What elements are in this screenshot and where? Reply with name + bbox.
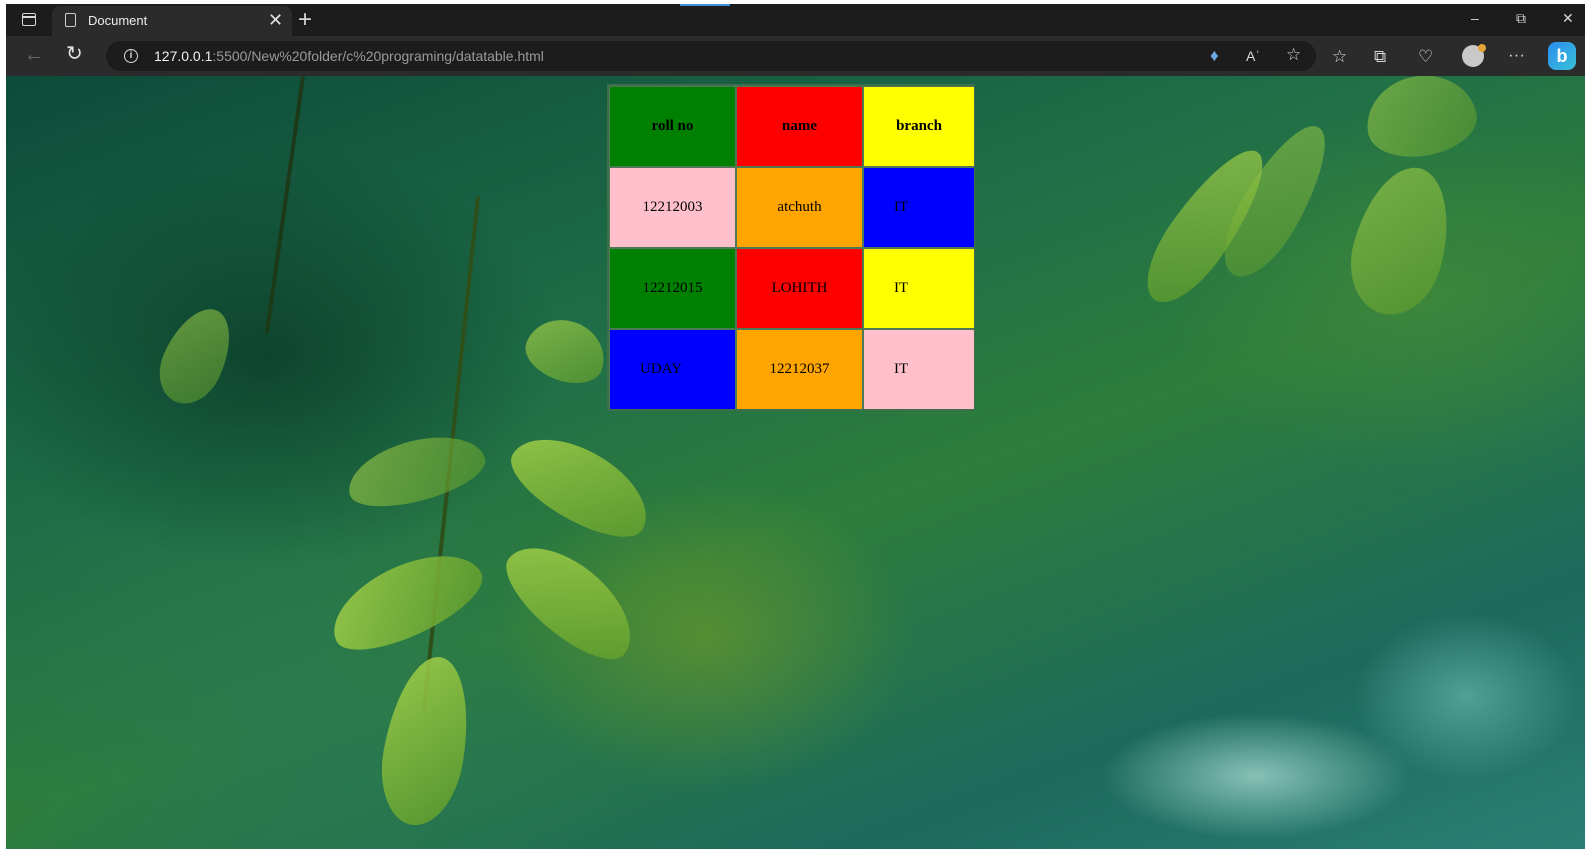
- data-table: roll no name branch 12212003 atchuth IT …: [607, 84, 975, 411]
- favorites-icon[interactable]: ☆: [1332, 48, 1347, 66]
- table-cell: 12212037: [737, 330, 862, 409]
- cell-text: IT: [894, 280, 909, 296]
- leaf-decoration: [318, 535, 494, 667]
- table-cell: IT: [864, 249, 974, 328]
- address-bar[interactable]: i 127.0.0.1:5500/New%20folder/c%20progra…: [106, 41, 1316, 71]
- copilot-icon[interactable]: b: [1548, 42, 1576, 70]
- collections-icon[interactable]: ⧉: [1374, 48, 1386, 66]
- header-label: name: [782, 118, 817, 134]
- table-cell: 12212003: [610, 168, 735, 247]
- table-cell: atchuth: [737, 168, 862, 247]
- cell-text: 12212037: [769, 361, 830, 377]
- url-text[interactable]: 127.0.0.1:5500/New%20folder/c%20programi…: [154, 48, 544, 64]
- browser-window: Document ✕ + – ⧉ ✕ ← ↻ i 127.0.0.1:5500/…: [6, 4, 1585, 849]
- read-aloud-icon[interactable]: Aʾ: [1246, 47, 1260, 65]
- accent-line: [680, 4, 730, 6]
- info-icon[interactable]: i: [124, 49, 138, 63]
- back-arrow-icon[interactable]: ←: [24, 44, 44, 66]
- header-cell-branch: branch: [864, 87, 974, 166]
- header-label: roll no: [651, 118, 694, 134]
- close-tab-icon[interactable]: ✕: [268, 10, 283, 30]
- leaf-decoration: [1338, 156, 1464, 326]
- leaf-decoration: [518, 309, 614, 393]
- header-cell-name: name: [737, 87, 862, 166]
- add-favorite-icon[interactable]: ☆: [1286, 46, 1301, 64]
- table-cell: LOHITH: [737, 249, 862, 328]
- close-window-icon[interactable]: ✕: [1562, 10, 1574, 27]
- navigation-bar: ← ↻ i 127.0.0.1:5500/New%20folder/c%20pr…: [6, 36, 1585, 76]
- tab-title: Document: [88, 13, 148, 28]
- cell-text: IT: [894, 361, 909, 377]
- page-icon: [65, 13, 76, 27]
- table-cell: IT: [864, 330, 974, 409]
- restore-icon[interactable]: ⧉: [1516, 10, 1526, 27]
- leaf-decoration: [1359, 76, 1483, 165]
- tab-strip: Document ✕ + – ⧉ ✕: [6, 4, 1585, 36]
- url-host: 127.0.0.1: [154, 48, 213, 64]
- url-path: :5500/New%20folder/c%20programing/datata…: [212, 48, 544, 64]
- new-tab-button[interactable]: +: [298, 6, 312, 34]
- cell-text: 12212015: [642, 280, 703, 296]
- table-cell: 12212015: [610, 249, 735, 328]
- leaf-decoration: [491, 525, 651, 677]
- header-cell-roll-no: roll no: [610, 87, 735, 166]
- leaf-decoration: [147, 298, 245, 414]
- cell-text: LOHITH: [771, 280, 828, 296]
- table-cell: UDAY: [610, 330, 735, 409]
- leaf-decoration: [371, 650, 481, 832]
- cell-text: atchuth: [777, 199, 822, 215]
- cell-text: 12212003: [642, 199, 703, 215]
- cell-text: UDAY: [640, 361, 682, 377]
- tab-document[interactable]: Document ✕: [52, 6, 292, 36]
- cell-text: IT: [894, 199, 909, 215]
- minimize-icon[interactable]: –: [1471, 10, 1479, 26]
- coupon-icon[interactable]: ♦: [1210, 47, 1219, 65]
- table-cell: IT: [864, 168, 974, 247]
- page-background: roll no name branch 12212003 atchuth IT …: [6, 76, 1585, 849]
- stem-decoration: [264, 76, 305, 335]
- browser-essentials-icon[interactable]: ♡: [1418, 48, 1433, 66]
- refresh-icon[interactable]: ↻: [66, 43, 83, 65]
- leaf-decoration: [498, 418, 664, 554]
- tab-actions-icon[interactable]: [22, 13, 36, 26]
- header-label: branch: [896, 118, 942, 134]
- more-menu-icon[interactable]: ···: [1508, 46, 1525, 64]
- avatar[interactable]: [1462, 44, 1486, 67]
- leaf-decoration: [340, 423, 492, 519]
